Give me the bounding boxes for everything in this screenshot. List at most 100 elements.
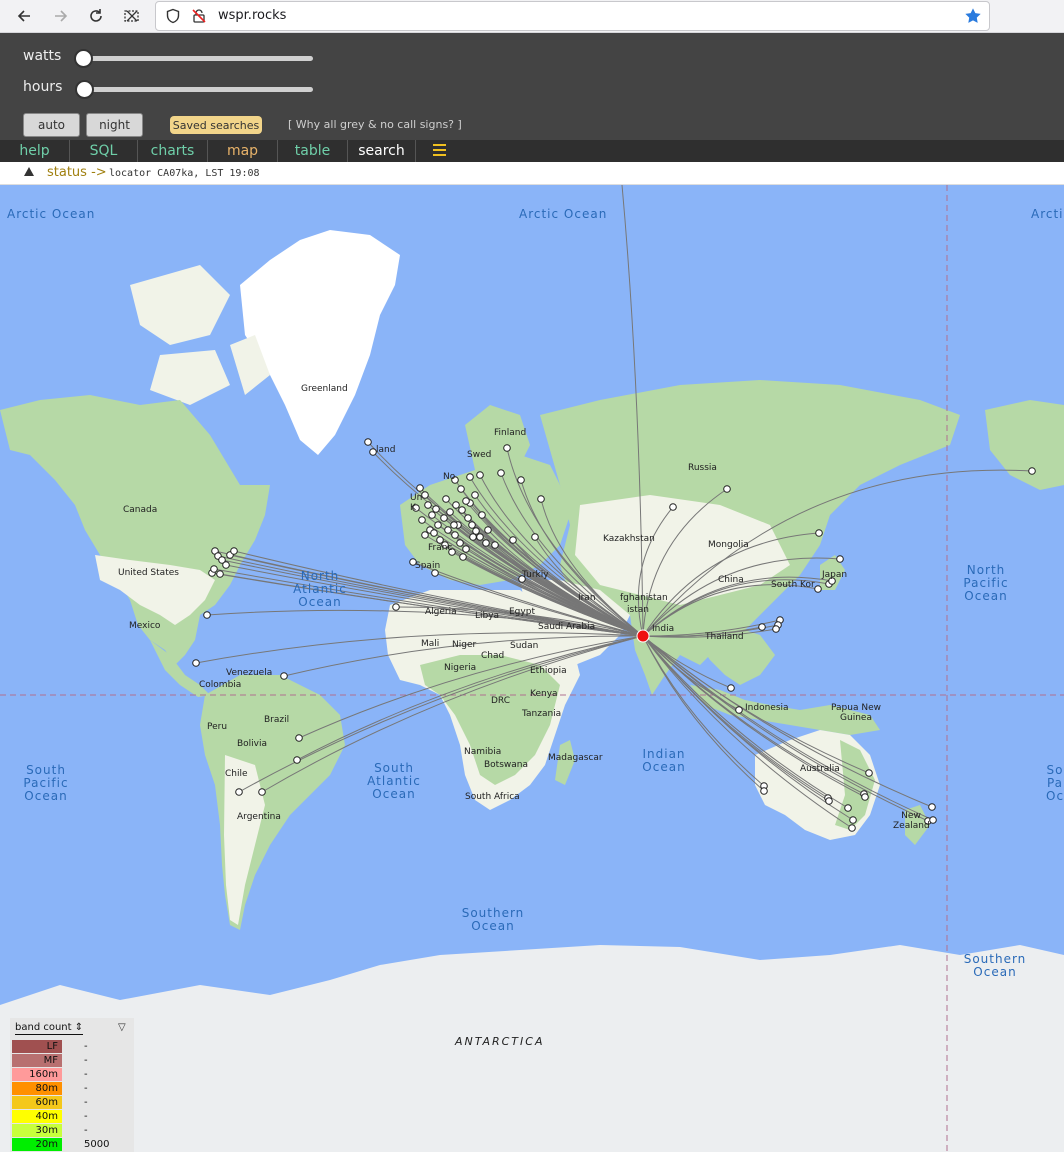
- receiver-spot[interactable]: [434, 521, 442, 529]
- menu-icon[interactable]: [433, 144, 446, 159]
- receiver-spot[interactable]: [456, 539, 464, 547]
- receiver-spot[interactable]: [416, 484, 424, 492]
- forward-icon[interactable]: [48, 4, 74, 28]
- receiver-spot[interactable]: [280, 672, 288, 680]
- receiver-spot[interactable]: [421, 531, 429, 539]
- receiver-spot[interactable]: [442, 495, 450, 503]
- place-india: India: [652, 624, 675, 634]
- receiver-spot[interactable]: [531, 533, 539, 541]
- receiver-spot[interactable]: [723, 485, 731, 493]
- receiver-spot[interactable]: [457, 485, 465, 493]
- receiver-spot[interactable]: [537, 495, 545, 503]
- reload-icon[interactable]: [83, 4, 109, 28]
- bookmark-star-icon[interactable]: [964, 7, 982, 29]
- receiver-spot[interactable]: [450, 521, 458, 529]
- receiver-spot[interactable]: [192, 659, 200, 667]
- url-text[interactable]: wspr.rocks: [218, 8, 286, 23]
- receiver-spot[interactable]: [861, 793, 869, 801]
- insecure-lock-icon[interactable]: [191, 8, 207, 28]
- receiver-spot[interactable]: [484, 526, 492, 534]
- receiver-spot[interactable]: [760, 787, 768, 795]
- receiver-spot[interactable]: [848, 824, 856, 832]
- receiver-spot[interactable]: [836, 555, 844, 563]
- receiver-spot[interactable]: [216, 570, 224, 578]
- receiver-spot[interactable]: [844, 804, 852, 812]
- receiver-spot[interactable]: [440, 514, 448, 522]
- receiver-spot[interactable]: [466, 473, 474, 481]
- receiver-spot[interactable]: [430, 529, 438, 537]
- receiver-spot[interactable]: [482, 539, 490, 547]
- receiver-spot[interactable]: [446, 508, 454, 516]
- receiver-spot[interactable]: [815, 529, 823, 537]
- receiver-spot[interactable]: [451, 531, 459, 539]
- receiver-spot[interactable]: [865, 769, 873, 777]
- receiver-spot[interactable]: [929, 816, 937, 824]
- receiver-spot[interactable]: [727, 684, 735, 692]
- saved-searches-button[interactable]: Saved searches: [170, 116, 262, 134]
- legend-band-swatch: 80m: [12, 1082, 62, 1095]
- receiver-spot[interactable]: [462, 545, 470, 553]
- receiver-spot[interactable]: [295, 734, 303, 742]
- receiver-spot[interactable]: [814, 585, 822, 593]
- receiver-spot[interactable]: [258, 788, 266, 796]
- watts-slider-thumb[interactable]: [74, 49, 93, 68]
- receiver-spot[interactable]: [1028, 467, 1036, 475]
- address-bar[interactable]: wspr.rocks: [155, 1, 990, 31]
- screenshot-icon[interactable]: [119, 4, 145, 28]
- night-button[interactable]: night: [86, 113, 143, 137]
- receiver-spot[interactable]: [222, 561, 230, 569]
- status-label[interactable]: status ->: [47, 165, 107, 180]
- receiver-spot[interactable]: [230, 547, 238, 555]
- receiver-spot[interactable]: [476, 533, 484, 541]
- receiver-spot[interactable]: [471, 491, 479, 499]
- receiver-spot[interactable]: [210, 565, 218, 573]
- receiver-spot[interactable]: [735, 706, 743, 714]
- tab-table[interactable]: table: [278, 140, 348, 162]
- receiver-spot[interactable]: [444, 526, 452, 534]
- receiver-spot[interactable]: [509, 536, 517, 544]
- receiver-spot[interactable]: [503, 444, 511, 452]
- receiver-spot[interactable]: [669, 503, 677, 511]
- shield-icon[interactable]: [165, 8, 181, 28]
- receiver-spot[interactable]: [491, 541, 499, 549]
- legend-row: 80m -: [12, 1082, 132, 1095]
- tab-help[interactable]: help: [0, 140, 70, 162]
- receiver-spot[interactable]: [464, 514, 472, 522]
- legend-collapse-icon[interactable]: ▽: [118, 1022, 126, 1033]
- receiver-spot[interactable]: [392, 603, 400, 611]
- receiver-spot[interactable]: [825, 797, 833, 805]
- map-view[interactable]: Arctic Ocean Arctic Ocean Arcti North At…: [0, 185, 1064, 1152]
- receiver-spot[interactable]: [758, 623, 766, 631]
- receiver-spot[interactable]: [235, 788, 243, 796]
- auto-button[interactable]: auto: [23, 113, 80, 137]
- receiver-spot[interactable]: [772, 625, 780, 633]
- legend-sort-select[interactable]: band count ⇕: [15, 1022, 84, 1035]
- receiver-spot[interactable]: [432, 505, 440, 513]
- receiver-spot[interactable]: [203, 611, 211, 619]
- receiver-spot[interactable]: [517, 476, 525, 484]
- tab-map[interactable]: map: [208, 140, 278, 162]
- receiver-spot[interactable]: [497, 469, 505, 477]
- tab-search[interactable]: search: [348, 140, 416, 162]
- hours-slider-thumb[interactable]: [75, 80, 94, 99]
- receiver-spot[interactable]: [476, 471, 484, 479]
- why-grey-link[interactable]: [ Why all grey & no call signs? ]: [288, 118, 462, 131]
- watts-slider-track[interactable]: [83, 56, 313, 61]
- receiver-spot[interactable]: [459, 553, 467, 561]
- receiver-spot[interactable]: [452, 501, 460, 509]
- receiver-spot[interactable]: [458, 506, 466, 514]
- receiver-spot[interactable]: [928, 803, 936, 811]
- receiver-spot[interactable]: [293, 756, 301, 764]
- collapse-triangle-icon[interactable]: [24, 167, 34, 176]
- back-icon[interactable]: [11, 4, 37, 28]
- tab-charts[interactable]: charts: [138, 140, 208, 162]
- receiver-spot[interactable]: [469, 533, 477, 541]
- tab-sql[interactable]: SQL: [70, 140, 138, 162]
- receiver-spot[interactable]: [478, 511, 486, 519]
- receiver-spot[interactable]: [418, 516, 426, 524]
- receiver-spot[interactable]: [849, 816, 857, 824]
- receiver-spot[interactable]: [364, 438, 372, 446]
- receiver-spot[interactable]: [468, 521, 476, 529]
- hours-slider-track[interactable]: [83, 87, 313, 92]
- receiver-spot[interactable]: [462, 497, 470, 505]
